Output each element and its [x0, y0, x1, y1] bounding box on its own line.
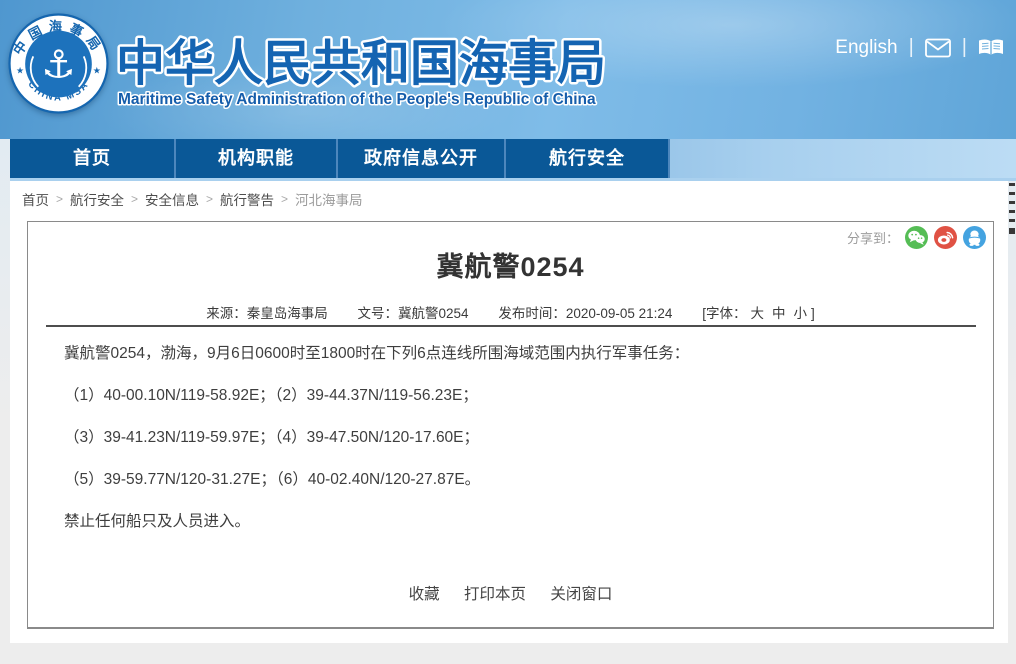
mail-icon[interactable] [925, 38, 951, 58]
font-size-large[interactable]: 大 [750, 306, 764, 321]
article-meta: 来源：秦皇岛海事局 文号：冀航警0254 发布时间：2020-09-05 21:… [28, 302, 993, 322]
paragraph-coords-1-2: （1）40-00.10N/119-58.92E；（2）39-44.37N/119… [64, 386, 964, 406]
page: 中国海事局 ★ ★ CHINA MSA ⚓ 中华人民共和国海事局 Maritim… [0, 0, 1016, 664]
book-icon[interactable] [978, 38, 1004, 58]
paragraph-prohibition: 禁止任何船只及人员进入。 [64, 512, 964, 532]
msa-logo-icon[interactable]: 中国海事局 ★ ★ CHINA MSA ⚓ [8, 13, 109, 114]
paragraph-intro: 冀航警0254，渤海，9月6日0600时至1800时在下列6点连线所围海域范围内… [64, 344, 964, 364]
breadcrumb-nav-safety[interactable]: 航行安全 [70, 189, 124, 209]
meta-divider-line [46, 325, 976, 327]
main-nav: 首页 机构职能 政府信息公开 航行安全 [10, 139, 1016, 178]
breadcrumb-separator: > [281, 192, 288, 206]
meta-doc-number: 文号：冀航警0254 [358, 306, 469, 321]
logo-star-left: ★ [16, 66, 24, 76]
right-edge-cutoff-widget [1009, 183, 1016, 240]
site-subtitle: Maritime Safety Administration of the Pe… [118, 91, 596, 108]
font-size-medium[interactable]: 中 [772, 306, 786, 321]
paragraph-coords-5-6: （5）39-59.77N/120-31.27E；（6）40-02.40N/120… [64, 470, 964, 490]
breadcrumb-nav-warning[interactable]: 航行警告 [220, 189, 274, 209]
breadcrumb-separator: > [206, 192, 213, 206]
favorite-link[interactable]: 收藏 [409, 586, 440, 603]
print-page-link[interactable]: 打印本页 [464, 586, 526, 603]
article-content: 冀航警0254，渤海，9月6日0600时至1800时在下列6点连线所围海域范围内… [64, 344, 964, 554]
header-toplinks: English | | [835, 36, 1004, 59]
anchor-icon: ⚓ [41, 44, 75, 87]
nav-item-gov-info[interactable]: 政府信息公开 [338, 139, 506, 178]
nav-item-nav-safety[interactable]: 航行安全 [506, 139, 670, 178]
font-size-small[interactable]: 小 [793, 306, 807, 321]
meta-publish-time: 发布时间：2020-09-05 21:24 [498, 306, 672, 321]
breadcrumb-home[interactable]: 首页 [22, 189, 49, 209]
toplink-divider: | [962, 36, 967, 59]
breadcrumb-safety-info[interactable]: 安全信息 [145, 189, 199, 209]
breadcrumb-hebei-msa: 河北海事局 [295, 189, 363, 209]
site-header: 中国海事局 ★ ★ CHINA MSA ⚓ 中华人民共和国海事局 Maritim… [0, 0, 1016, 139]
english-link[interactable]: English [835, 37, 897, 59]
nav-item-home[interactable]: 首页 [10, 139, 176, 178]
article-title: 冀航警0254 [28, 245, 993, 284]
toplink-divider: | [909, 36, 914, 59]
logo-star-right: ★ [93, 66, 101, 76]
breadcrumb-separator: > [131, 192, 138, 206]
meta-source: 来源：秦皇岛海事局 [206, 306, 328, 321]
site-title: 中华人民共和国海事局 [116, 37, 606, 91]
breadcrumb: 首页 > 航行安全 > 安全信息 > 航行警告 > 河北海事局 [22, 189, 363, 209]
close-window-link[interactable]: 关闭窗口 [550, 586, 612, 603]
paragraph-coords-3-4: （3）39-41.23N/119-59.97E；（4）39-47.50N/120… [64, 428, 964, 448]
breadcrumb-separator: > [56, 192, 63, 206]
nav-item-functions[interactable]: 机构职能 [176, 139, 338, 178]
article-actions: 收藏 打印本页 关闭窗口 [28, 582, 993, 604]
font-size-switcher: [字体：大中小] [702, 306, 815, 321]
article-box: 分享到： [27, 221, 994, 629]
site-title-block: 中华人民共和国海事局 Maritime Safety Administratio… [112, 18, 672, 118]
